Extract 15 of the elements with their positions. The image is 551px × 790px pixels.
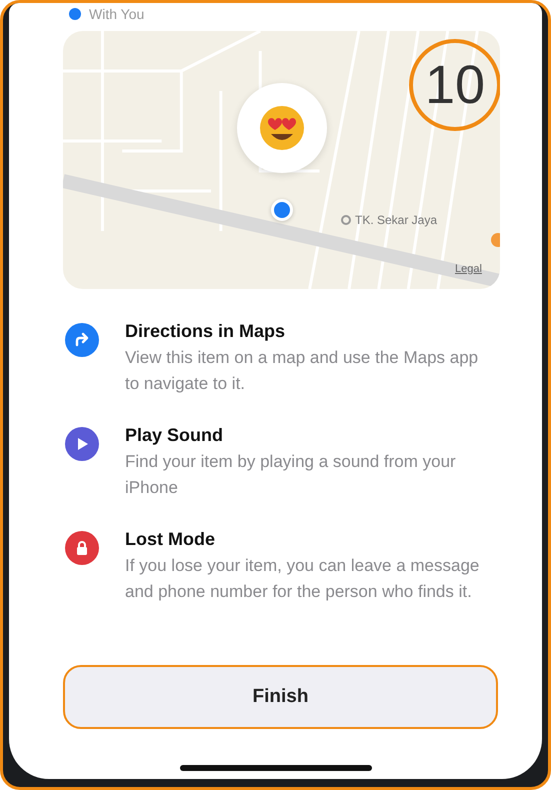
location-dot (271, 199, 293, 221)
legal-link[interactable]: Legal (455, 263, 482, 275)
feature-description: If you lose your item, you can leave a message and phone number for the person who finds it. (125, 555, 480, 603)
feature-description: Find your item by playing a sound from your iPhone (125, 451, 457, 499)
feature-description: View this item on a map and use the Maps app to navigate to it. (125, 347, 480, 395)
step-number-badge: 10 (409, 39, 500, 131)
feature-title: Play Sound (125, 424, 224, 447)
heart-eyes-face-icon (258, 104, 306, 152)
status-dot (69, 8, 81, 20)
map-place-label: TK. Sekar Jaya (341, 213, 438, 227)
status-label: With You (89, 6, 144, 22)
feature-title: Lost Mode (125, 528, 216, 551)
map[interactable]: TK. Sekar Jaya Legal 10 (63, 31, 500, 289)
feature-title: Directions in Maps (125, 320, 286, 343)
finish-button[interactable]: Finish (63, 665, 498, 729)
